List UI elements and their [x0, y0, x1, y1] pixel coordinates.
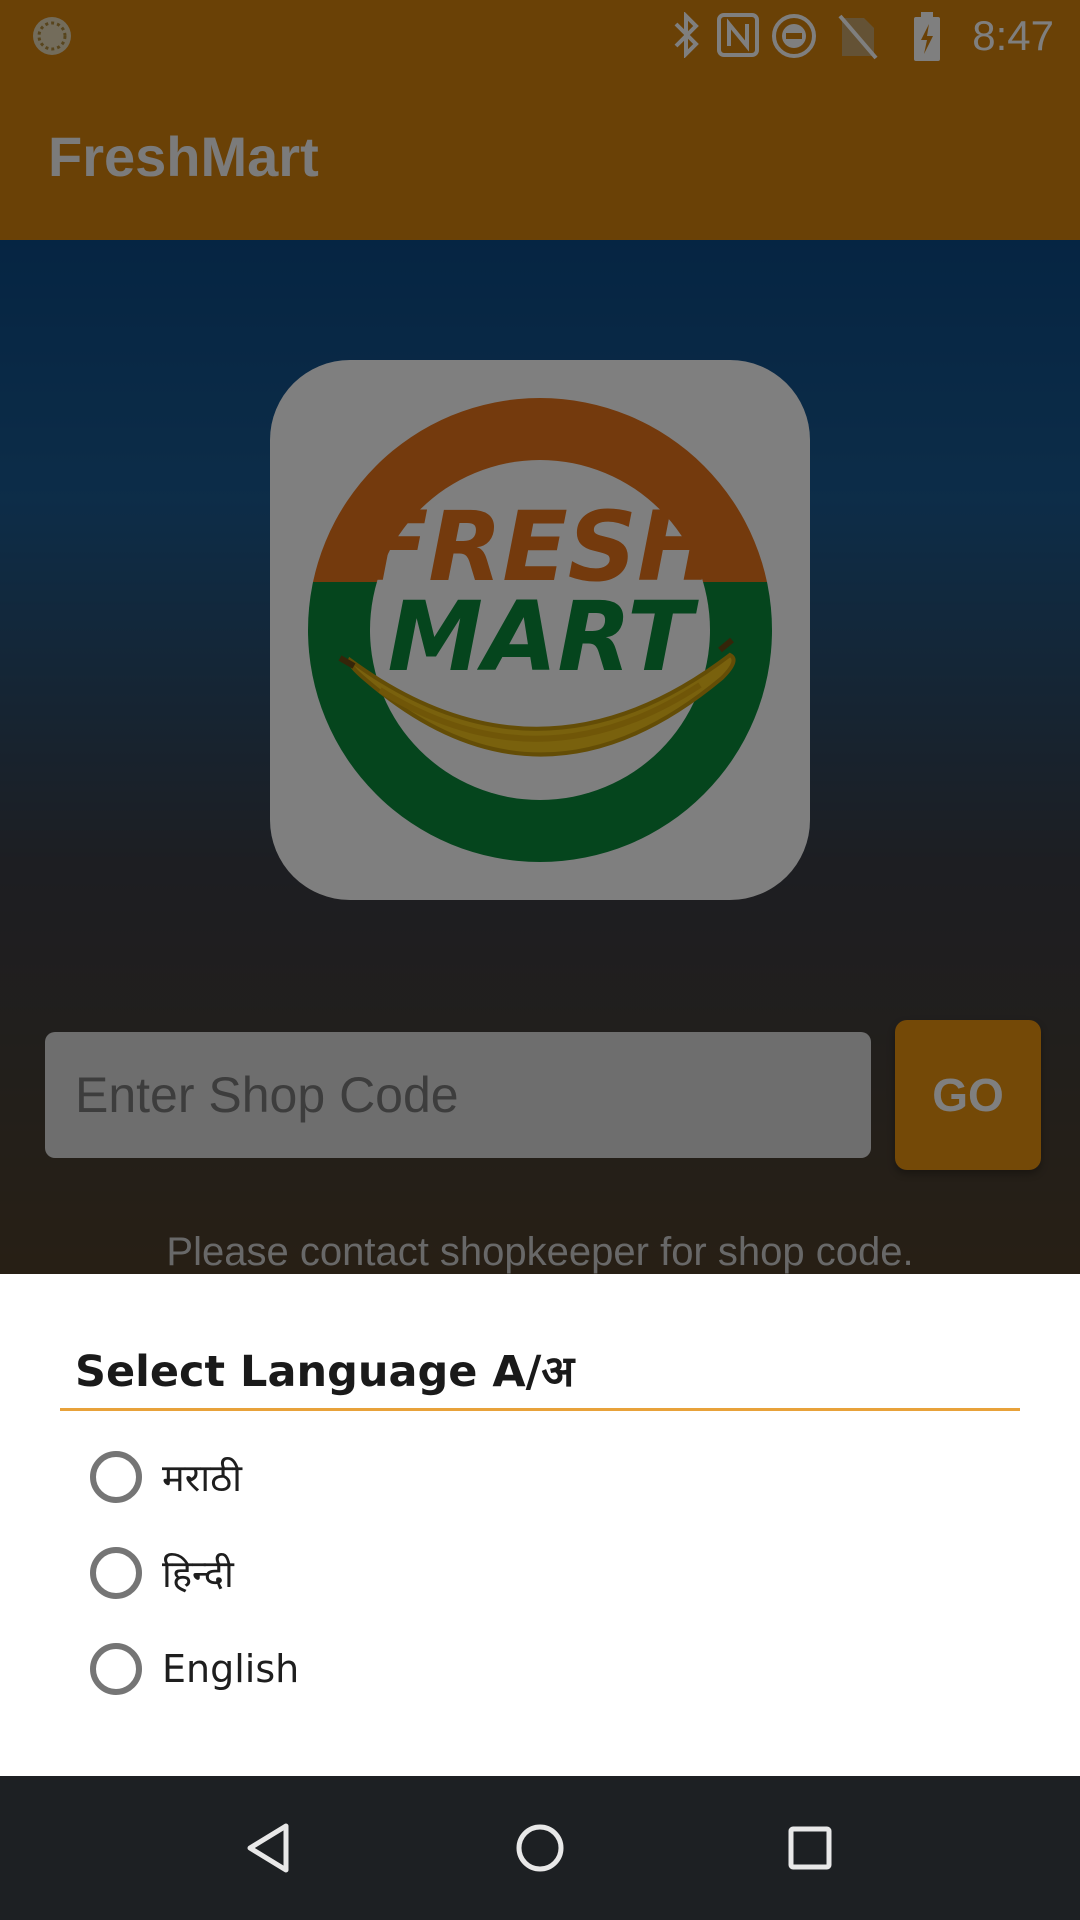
navigation-bar: [0, 1776, 1080, 1920]
language-option-label: हिन्दी: [162, 1552, 234, 1596]
radio-unchecked-icon[interactable]: [90, 1547, 142, 1599]
language-option-marathi[interactable]: मराठी: [90, 1437, 990, 1517]
radio-unchecked-icon[interactable]: [90, 1643, 142, 1695]
back-icon[interactable]: [240, 1818, 300, 1878]
recents-icon[interactable]: [780, 1818, 840, 1878]
language-option-english[interactable]: English: [90, 1629, 990, 1709]
dialog-divider: [60, 1408, 1020, 1411]
language-option-hindi[interactable]: हिन्दी: [90, 1533, 990, 1613]
radio-unchecked-icon[interactable]: [90, 1451, 142, 1503]
dialog-title: Select Language A/अ: [75, 1347, 575, 1397]
language-option-label: मराठी: [162, 1456, 243, 1500]
language-dialog: Select Language A/अ मराठी हिन्दी English: [0, 1274, 1080, 1776]
home-icon[interactable]: [510, 1818, 570, 1878]
dialog-scrim[interactable]: [0, 0, 1080, 1274]
language-option-label: English: [162, 1647, 300, 1691]
